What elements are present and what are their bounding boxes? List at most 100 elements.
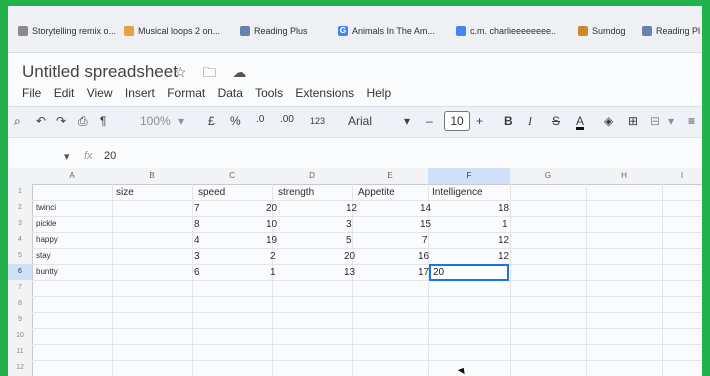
cell-a6[interactable]: buntty: [36, 267, 58, 276]
italic-button[interactable]: I: [528, 114, 532, 129]
paint-format-icon[interactable]: ¶: [100, 114, 106, 128]
row-header-5[interactable]: 5: [8, 248, 33, 265]
cell-e6[interactable]: 17: [418, 267, 429, 278]
cell-d1[interactable]: strength: [278, 187, 314, 198]
fill-color-icon[interactable]: ◈: [604, 114, 613, 128]
chevron-down-icon[interactable]: ▾: [668, 114, 674, 128]
percent-button[interactable]: %: [230, 114, 241, 128]
cell-f2[interactable]: 18: [498, 203, 509, 214]
cell-e3[interactable]: 15: [420, 219, 431, 230]
menu-data[interactable]: Data: [218, 86, 243, 100]
spreadsheet-grid[interactable]: A B C D E F G H I 1 2 3 4 5 6 7 8 9 10 1…: [8, 168, 702, 376]
cell-f4[interactable]: 12: [498, 235, 509, 246]
column-header-e[interactable]: E: [352, 168, 429, 185]
cell-c4[interactable]: 4: [194, 235, 200, 246]
cell-a5[interactable]: stay: [36, 251, 51, 260]
decrease-decimal-button[interactable]: .0: [256, 114, 264, 125]
row-header-1[interactable]: 1: [8, 184, 33, 201]
menu-format[interactable]: Format: [167, 86, 205, 100]
cell-e5[interactable]: 16: [418, 251, 429, 262]
column-header-h[interactable]: H: [586, 168, 663, 185]
cell-e5-appetite[interactable]: 20: [344, 251, 355, 262]
cell-b1[interactable]: size: [116, 187, 134, 198]
cell-f5[interactable]: 12: [498, 251, 509, 262]
chevron-down-icon[interactable]: ▾: [404, 114, 410, 128]
cell-c3[interactable]: 8: [194, 219, 200, 230]
cell-e1[interactable]: Appetite: [358, 187, 395, 198]
menu-edit[interactable]: Edit: [54, 86, 75, 100]
cell-d6[interactable]: 1: [270, 267, 276, 278]
column-header-a[interactable]: A: [32, 168, 113, 185]
formula-input[interactable]: 20: [104, 150, 116, 162]
search-icon[interactable]: ⌕: [14, 114, 21, 129]
print-icon[interactable]: ⎙: [78, 114, 88, 129]
cell-d4[interactable]: 19: [266, 235, 277, 246]
row-header-11[interactable]: 11: [8, 344, 33, 361]
cell-d5[interactable]: 2: [270, 251, 276, 262]
row-header-9[interactable]: 9: [8, 312, 33, 329]
redo-icon[interactable]: ↷: [56, 114, 66, 128]
active-cell-f6[interactable]: 20: [429, 264, 509, 281]
bold-button[interactable]: B: [504, 114, 513, 128]
cell-a3[interactable]: pickle: [36, 219, 56, 228]
row-header-6[interactable]: 6: [8, 264, 33, 281]
cell-e3-appetite[interactable]: 3: [346, 219, 352, 230]
chevron-down-icon[interactable]: ▾: [64, 150, 70, 163]
cell-c1[interactable]: speed: [198, 187, 225, 198]
row-header-12[interactable]: 12: [8, 360, 33, 376]
cell-e2-appetite[interactable]: 12: [346, 203, 357, 214]
font-size-decrease-button[interactable]: –: [426, 114, 433, 128]
bookmark-6[interactable]: Sumdog: [578, 26, 626, 36]
bookmark-7[interactable]: Reading Pl: [642, 26, 700, 36]
menu-extensions[interactable]: Extensions: [295, 86, 354, 100]
merge-cells-icon[interactable]: ⊟: [650, 114, 660, 128]
column-header-b[interactable]: B: [112, 168, 193, 185]
cell-a2[interactable]: twinci: [36, 203, 56, 212]
zoom-select[interactable]: 100%: [140, 114, 171, 128]
increase-decimal-button[interactable]: .00: [280, 114, 294, 125]
font-select[interactable]: Arial: [348, 114, 372, 128]
cell-e4-appetite[interactable]: 5: [346, 235, 352, 246]
menu-help[interactable]: Help: [366, 86, 391, 100]
chevron-down-icon[interactable]: ▾: [178, 114, 184, 128]
row-header-2[interactable]: 2: [8, 200, 33, 217]
bookmark-3[interactable]: Reading Plus: [240, 26, 308, 36]
menu-insert[interactable]: Insert: [125, 86, 155, 100]
star-icon[interactable]: ☆: [174, 64, 193, 80]
strikethrough-button[interactable]: S: [552, 114, 560, 128]
cell-f1[interactable]: Intelligence: [432, 187, 483, 198]
row-header-4[interactable]: 4: [8, 232, 33, 249]
bookmark-1[interactable]: Storytelling remix o...: [18, 26, 116, 36]
font-size-increase-button[interactable]: +: [476, 114, 483, 128]
cell-c6[interactable]: 6: [194, 267, 200, 278]
font-size-input[interactable]: 10: [444, 111, 470, 131]
select-all-corner[interactable]: [8, 168, 33, 185]
number-format-button[interactable]: 123: [310, 116, 325, 126]
menu-view[interactable]: View: [87, 86, 113, 100]
cell-d3[interactable]: 10: [266, 219, 277, 230]
column-header-i[interactable]: I: [662, 168, 702, 185]
row-header-3[interactable]: 3: [8, 216, 33, 233]
align-icon[interactable]: ≡: [688, 114, 695, 128]
currency-button[interactable]: £: [208, 114, 215, 128]
cell-c5[interactable]: 3: [194, 251, 200, 262]
row-header-7[interactable]: 7: [8, 280, 33, 297]
column-header-c[interactable]: C: [192, 168, 273, 185]
cell-d2[interactable]: 20: [266, 203, 277, 214]
cell-e6-appetite[interactable]: 13: [344, 267, 355, 278]
cell-e4[interactable]: 7: [422, 235, 428, 246]
menu-file[interactable]: File: [22, 86, 41, 100]
bookmark-4[interactable]: G Animals In The Am...: [338, 26, 435, 36]
move-folder-icon[interactable]: 🗀: [202, 64, 222, 80]
document-title[interactable]: Untitled spreadsheet: [22, 62, 178, 81]
borders-icon[interactable]: ⊞: [628, 114, 638, 128]
text-color-button[interactable]: A: [576, 114, 584, 128]
row-header-8[interactable]: 8: [8, 296, 33, 313]
column-header-g[interactable]: G: [510, 168, 587, 185]
bookmark-5[interactable]: c.m. charlieeeeeeee..: [456, 26, 556, 36]
cell-e2[interactable]: 14: [420, 203, 431, 214]
column-header-f[interactable]: F: [428, 168, 511, 185]
cell-c2[interactable]: 7: [194, 203, 200, 214]
row-header-10[interactable]: 10: [8, 328, 33, 345]
column-header-d[interactable]: D: [272, 168, 353, 185]
